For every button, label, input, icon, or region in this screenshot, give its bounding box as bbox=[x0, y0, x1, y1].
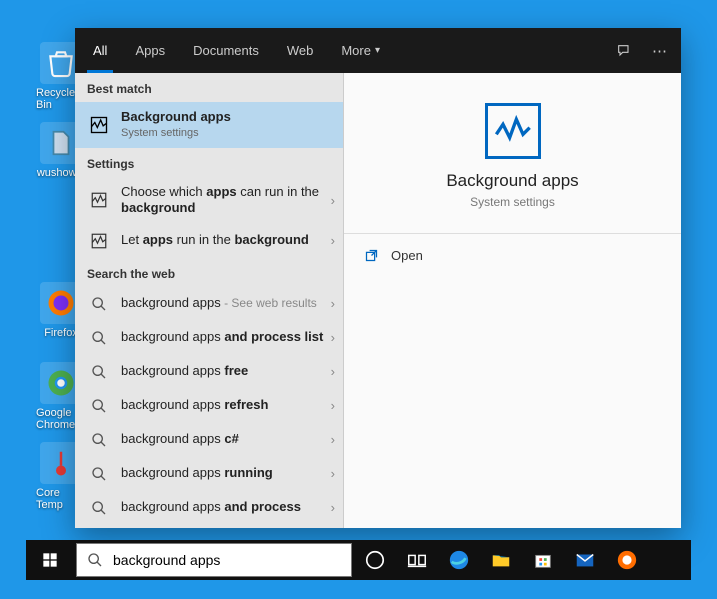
result-text: background apps free bbox=[121, 363, 325, 379]
web-result[interactable]: background apps free › bbox=[75, 355, 343, 389]
chevron-right-icon: › bbox=[331, 296, 335, 311]
tab-all[interactable]: All bbox=[79, 28, 121, 73]
search-icon bbox=[89, 328, 109, 348]
taskbar bbox=[26, 540, 691, 580]
search-input[interactable] bbox=[113, 552, 341, 568]
chevron-right-icon: › bbox=[331, 466, 335, 481]
web-result[interactable]: background apps and process list › bbox=[75, 321, 343, 355]
tab-more[interactable]: More▾ bbox=[327, 28, 394, 73]
tab-apps[interactable]: Apps bbox=[121, 28, 179, 73]
section-web-label: Search the web bbox=[75, 258, 343, 287]
web-result[interactable]: background apps - See web results › bbox=[75, 287, 343, 321]
preview-open-action[interactable]: Open bbox=[344, 238, 681, 273]
web-result[interactable]: background apps refresh › bbox=[75, 389, 343, 423]
chevron-down-icon: ▾ bbox=[375, 45, 380, 56]
settings-result[interactable]: Let apps run in the background › bbox=[75, 224, 343, 258]
best-match-result[interactable]: Background apps System settings bbox=[75, 102, 343, 148]
chevron-right-icon: › bbox=[331, 193, 335, 208]
settings-result-icon bbox=[89, 231, 109, 251]
search-icon bbox=[87, 552, 103, 568]
result-text: background apps c# bbox=[121, 431, 325, 447]
result-text: background apps running bbox=[121, 465, 325, 481]
taskbar-app-avast[interactable] bbox=[606, 540, 648, 580]
preview-title: Background apps bbox=[446, 171, 578, 191]
taskbar-app-explorer[interactable] bbox=[480, 540, 522, 580]
web-result[interactable]: background apps c# › bbox=[75, 423, 343, 457]
search-icon bbox=[89, 430, 109, 450]
search-icon bbox=[89, 294, 109, 314]
result-text: background apps and process bbox=[121, 499, 325, 515]
tab-documents[interactable]: Documents bbox=[179, 28, 273, 73]
start-button[interactable] bbox=[26, 540, 74, 580]
search-preview-panel: Background apps System settings Open bbox=[344, 73, 681, 528]
result-text: Choose which apps can run in the backgro… bbox=[121, 184, 325, 217]
chevron-right-icon: › bbox=[331, 330, 335, 345]
chevron-right-icon: › bbox=[331, 500, 335, 515]
settings-result[interactable]: Choose which apps can run in the backgro… bbox=[75, 177, 343, 224]
section-settings-label: Settings bbox=[75, 148, 343, 177]
chevron-right-icon: › bbox=[331, 432, 335, 447]
settings-result-icon bbox=[89, 190, 109, 210]
taskbar-app-store[interactable] bbox=[522, 540, 564, 580]
preview-subtitle: System settings bbox=[470, 195, 555, 209]
search-scope-tabs: All Apps Documents Web More▾ ⋯ bbox=[75, 28, 681, 73]
open-icon bbox=[364, 248, 379, 263]
section-best-match-label: Best match bbox=[75, 73, 343, 102]
taskbar-app-mail[interactable] bbox=[564, 540, 606, 580]
result-text: Background apps System settings bbox=[121, 109, 335, 141]
result-text: Let apps run in the background bbox=[121, 232, 325, 248]
cortana-icon[interactable] bbox=[354, 540, 396, 580]
search-icon bbox=[89, 362, 109, 382]
search-icon bbox=[89, 498, 109, 518]
taskbar-app-edge[interactable] bbox=[438, 540, 480, 580]
chevron-right-icon: › bbox=[331, 233, 335, 248]
result-text: background apps and process list bbox=[121, 329, 325, 345]
result-text: background apps refresh bbox=[121, 397, 325, 413]
chevron-right-icon: › bbox=[331, 364, 335, 379]
chevron-right-icon: › bbox=[331, 398, 335, 413]
search-icon bbox=[89, 464, 109, 484]
preview-activity-icon bbox=[485, 103, 541, 159]
taskbar-search-box[interactable] bbox=[76, 543, 352, 577]
task-view-icon[interactable] bbox=[396, 540, 438, 580]
activity-icon bbox=[89, 115, 109, 135]
search-results-list: Best match Background apps System settin… bbox=[75, 73, 344, 528]
start-search-flyout: All Apps Documents Web More▾ ⋯ Best matc… bbox=[75, 28, 681, 528]
web-result[interactable]: background apps and process › bbox=[75, 491, 343, 525]
preview-open-label: Open bbox=[391, 248, 423, 263]
search-icon bbox=[89, 396, 109, 416]
more-options-icon[interactable]: ⋯ bbox=[642, 28, 677, 73]
result-text: background apps - See web results bbox=[121, 295, 325, 311]
desktop-shortcut-label: Firefox bbox=[44, 327, 78, 339]
web-result[interactable]: background apps running › bbox=[75, 457, 343, 491]
feedback-icon[interactable] bbox=[606, 28, 642, 73]
divider bbox=[344, 233, 681, 234]
tab-web[interactable]: Web bbox=[273, 28, 328, 73]
